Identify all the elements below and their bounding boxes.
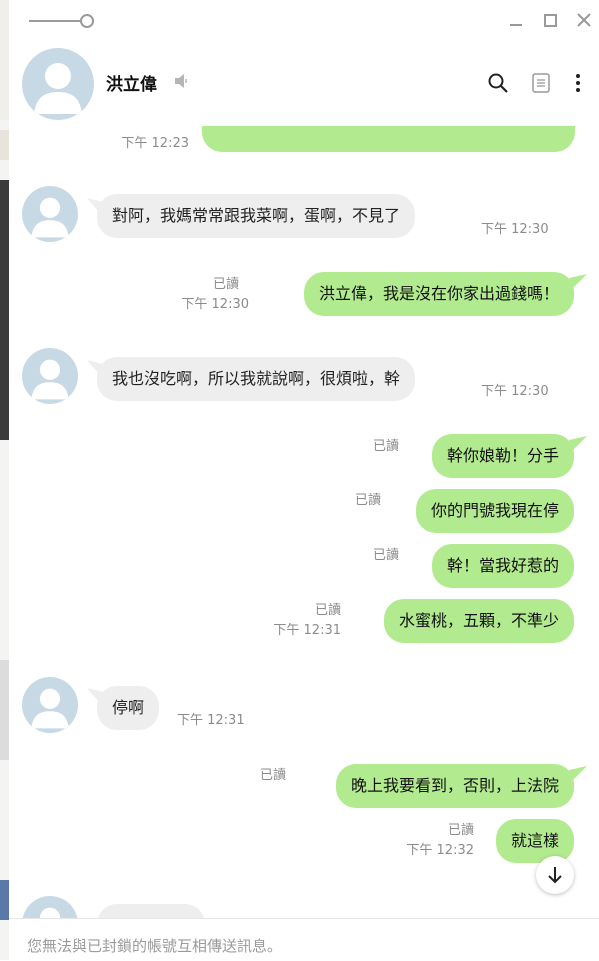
pin-icon[interactable] — [29, 13, 95, 29]
message-text: 水蜜桃，五顆，不準少 — [398, 611, 559, 630]
read-receipt: 已讀 — [259, 768, 286, 783]
blocked-notice-bar: 您無法與已封鎖的帳號互相傳送訊息。 — [9, 918, 599, 961]
message-bubble-out[interactable]: 幹！當我好惹的 — [431, 544, 574, 588]
message-bubble-out[interactable]: 水蜜桃，五顆，不準少 — [383, 599, 574, 643]
message-list[interactable]: 下午 12:23 ... 對阿，我媽常常跟我菜啊，蛋啊，不見了 下午 12:30… — [9, 126, 599, 918]
message-bubble-in[interactable] — [97, 904, 205, 918]
more-icon[interactable] — [567, 72, 589, 94]
avatar[interactable] — [22, 348, 78, 404]
chat-header: 洪立偉 — [9, 42, 599, 126]
message-time: 下午 12:30 — [481, 384, 549, 399]
message-time: 下午 12:30 — [181, 297, 249, 312]
message-bubble-in[interactable]: 我也沒吃啊，所以我就說啊，很煩啦，幹 — [97, 357, 416, 401]
avatar[interactable] — [22, 677, 78, 733]
read-receipt: 已讀 — [314, 603, 341, 618]
background-window-edge — [0, 0, 9, 960]
message-text: 你的門號我現在停 — [430, 501, 559, 520]
avatar[interactable] — [22, 48, 94, 120]
read-receipt: 已讀 — [447, 823, 474, 838]
message-time: 下午 12:23 — [121, 136, 189, 151]
message-text: 幹你娘勒！分手 — [446, 446, 559, 465]
read-receipt: 已讀 — [212, 277, 239, 292]
message-text: 幹！當我好惹的 — [446, 556, 559, 575]
minimize-icon[interactable] — [507, 10, 527, 30]
maximize-icon[interactable] — [541, 10, 561, 30]
message-bubble-out[interactable]: 幹你娘勒！分手 — [431, 434, 574, 478]
read-receipt: 已讀 — [354, 493, 381, 508]
message-bubble-in[interactable]: 停啊 — [97, 686, 160, 730]
read-receipt: 已讀 — [372, 548, 399, 563]
avatar[interactable] — [22, 896, 78, 918]
notes-icon[interactable] — [530, 72, 552, 94]
title-bar — [9, 0, 599, 42]
mute-icon — [175, 74, 187, 88]
close-icon[interactable] — [574, 10, 594, 30]
message-text: 我也沒吃啊，所以我就說啊，很煩啦，幹 — [112, 369, 401, 388]
message-bubble-out[interactable]: 洪立偉，我是沒在你家出過錢嗎！ — [303, 272, 574, 316]
message-bubble-out[interactable]: ... — [202, 126, 575, 152]
scroll-to-bottom-button[interactable] — [536, 856, 574, 894]
message-time: 下午 12:30 — [481, 222, 549, 237]
contact-name: 洪立偉 — [106, 75, 157, 95]
message-bubble-out[interactable]: 你的門號我現在停 — [415, 489, 574, 533]
message-text: 晚上我要看到，否則，上法院 — [350, 776, 559, 795]
bubble-tail — [569, 274, 587, 288]
search-icon[interactable] — [487, 72, 509, 94]
message-time: 下午 12:32 — [406, 843, 474, 858]
message-time: 下午 12:31 — [273, 623, 341, 638]
message-bubble-in[interactable]: 對阿，我媽常常跟我菜啊，蛋啊，不見了 — [97, 194, 416, 238]
message-time: 下午 12:31 — [177, 713, 245, 728]
read-receipt: 已讀 — [372, 439, 399, 454]
message-bubble-out[interactable]: 晚上我要看到，否則，上法院 — [335, 764, 574, 808]
bubble-tail — [569, 436, 587, 450]
message-text: 停啊 — [112, 698, 145, 717]
blocked-notice: 您無法與已封鎖的帳號互相傳送訊息。 — [27, 937, 283, 955]
avatar[interactable] — [22, 186, 78, 242]
message-text: 洪立偉，我是沒在你家出過錢嗎！ — [318, 284, 559, 303]
bubble-tail — [569, 766, 587, 780]
message-text: 對阿，我媽常常跟我菜啊，蛋啊，不見了 — [112, 206, 401, 225]
arrow-down-icon — [548, 867, 562, 884]
